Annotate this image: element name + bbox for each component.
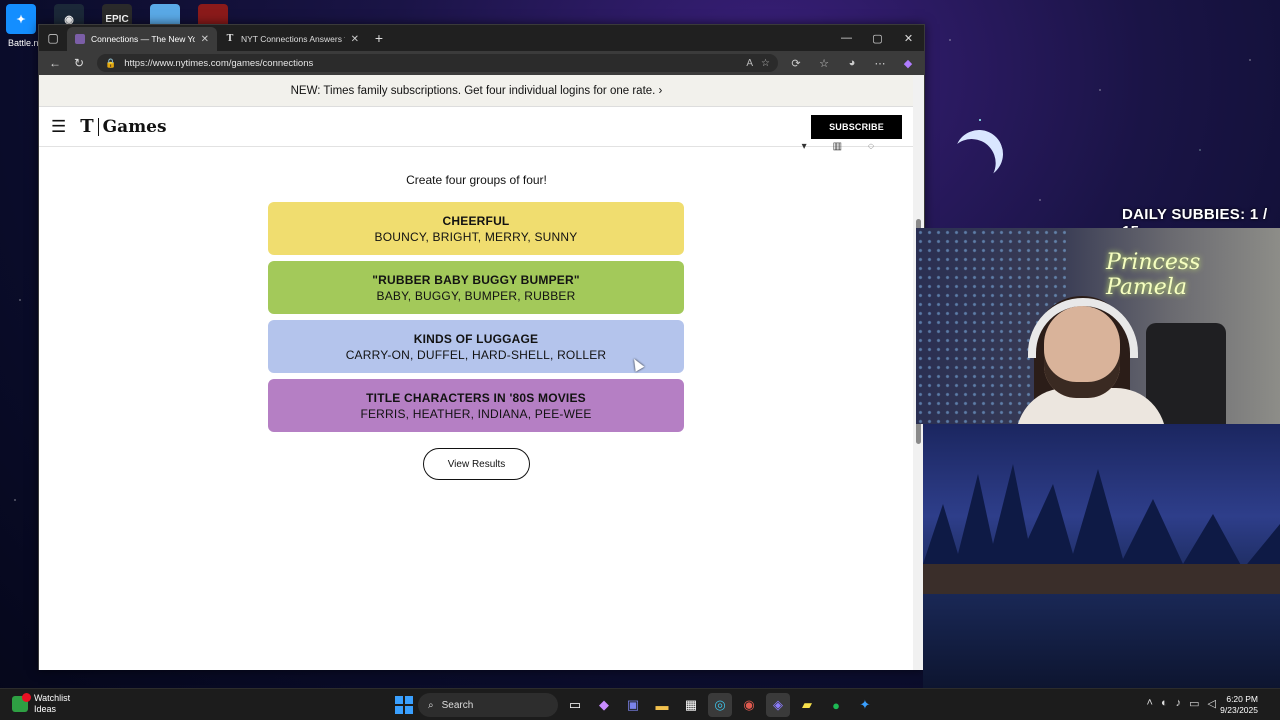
read-aloud-icon[interactable]: A — [746, 58, 753, 69]
group-title: KINDS OF LUGGAGE — [413, 331, 539, 346]
search-label: Search — [441, 699, 474, 711]
taskbar: Watchlist Ideas ⌕ Search ▭ ◆ ▣ ▬ ▦ ◎ ◉ ◈… — [0, 688, 1280, 720]
watchlist-label: Watchlist — [34, 693, 71, 703]
taskbar-search[interactable]: ⌕ Search — [418, 693, 558, 717]
tab-actions-icon[interactable]: ▢ — [39, 25, 67, 51]
battery-icon[interactable]: ▭ — [1189, 697, 1199, 710]
nyt-games-favicon-icon — [75, 34, 85, 44]
gaming-chair — [1146, 323, 1226, 424]
tab-title: Connections — The New York Tim — [91, 34, 195, 44]
browser-window: ▢ Connections — The New York Tim ✕ T NYT… — [38, 24, 925, 670]
group-rubber-baby-buggy-bumper: "RUBBER BABY BUGGY BUMPER" BABY, BUGGY, … — [268, 261, 684, 314]
tab-connections-answers[interactable]: T NYT Connections Answers for Se ✕ — [217, 27, 367, 51]
discord-icon[interactable]: ◈ — [766, 693, 790, 717]
nyt-logo[interactable]: T — [80, 116, 93, 137]
system-tray: ˄ ◐ ♪ ▭ ◁ — [1147, 697, 1216, 710]
nyt-games-header: ☰ T Games SUBSCRIBE — [39, 107, 914, 147]
teams-icon[interactable]: ▣ — [621, 693, 645, 717]
subscribe-button[interactable]: SUBSCRIBE — [811, 114, 902, 139]
view-results-button[interactable]: View Results — [423, 448, 530, 480]
close-window-icon[interactable]: ✕ — [893, 32, 924, 45]
file-explorer-icon[interactable]: ▬ — [650, 693, 674, 717]
extensions-icon[interactable]: ⟳ — [784, 57, 808, 70]
watchlist-sub: Ideas — [34, 704, 57, 714]
webcam-feed: Princess Pamela — [916, 228, 1280, 424]
security-icon[interactable]: ◐ — [1161, 697, 1168, 710]
new-tab-button[interactable]: + — [367, 30, 391, 46]
landscape-overlay — [923, 424, 1280, 688]
group-words: FERRIS, HEATHER, INDIANA, PEE-WEE — [360, 406, 592, 421]
page-content: NEW: Times family subscriptions. Get fou… — [39, 75, 914, 670]
group-title: CHEERFUL — [442, 213, 510, 228]
group-kinds-of-luggage: KINDS OF LUGGAGE CARRY-ON, DUFFEL, HARD-… — [268, 320, 684, 373]
group-words: BABY, BUGGY, BUMPER, RUBBER — [376, 288, 576, 303]
watchlist-text: Watchlist Ideas — [34, 693, 70, 715]
copilot-icon[interactable]: ◆ — [896, 57, 920, 70]
group-words: BOUNCY, BRIGHT, MERRY, SUNNY — [374, 229, 578, 244]
logo-divider — [97, 117, 99, 136]
group-title: TITLE CHARACTERS IN '80S MOVIES — [366, 390, 586, 405]
help-icon[interactable]: ◌ — [868, 141, 874, 152]
battlenet-taskbar-icon[interactable]: ✦ — [853, 693, 877, 717]
nyt-favicon-icon: T — [226, 34, 234, 44]
lock-icon[interactable]: 🔒 — [105, 58, 116, 69]
stats-icon[interactable]: ▥ — [833, 141, 842, 152]
close-icon[interactable]: ✕ — [201, 34, 209, 45]
copilot-app-icon[interactable]: ◆ — [592, 693, 616, 717]
back-icon[interactable]: ← — [43, 56, 67, 70]
more-menu-icon[interactable]: ⋯ — [868, 57, 892, 70]
neon-sign: Princess Pamela — [1106, 250, 1201, 300]
clock-date: 9/23/2025 — [1220, 705, 1258, 715]
tab-bar: ▢ Connections — The New York Tim ✕ T NYT… — [39, 25, 924, 51]
address-bar: ← ↻ 🔒 https://www.nytimes.com/games/conn… — [39, 51, 924, 75]
group-title: "RUBBER BABY BUGGY BUMPER" — [372, 272, 580, 287]
browser-toolbar: ⟳ ☆ ◕ ⋯ ◆ — [784, 57, 920, 70]
favorites-icon[interactable]: ☆ — [812, 57, 836, 70]
hint-icon[interactable]: ▾ — [802, 141, 807, 152]
spotify-icon[interactable]: ● — [824, 693, 848, 717]
maximize-icon[interactable]: ▢ — [862, 32, 893, 45]
minimize-icon[interactable]: — — [831, 32, 862, 45]
hamburger-menu-icon[interactable]: ☰ — [51, 117, 66, 137]
tab-title: NYT Connections Answers for Se — [241, 34, 345, 44]
games-logo-text[interactable]: Games — [103, 117, 167, 137]
url-field[interactable]: 🔒 https://www.nytimes.com/games/connecti… — [97, 54, 778, 72]
chrome-icon[interactable]: ◉ — [737, 693, 761, 717]
tab-connections[interactable]: Connections — The New York Tim ✕ — [67, 27, 217, 51]
profile-avatar-icon[interactable]: ◕ — [840, 57, 864, 70]
microphone-icon[interactable]: ♪ — [1176, 697, 1182, 710]
url-text[interactable]: https://www.nytimes.com/games/connection… — [124, 58, 738, 69]
favorite-star-icon[interactable]: ☆ — [761, 58, 770, 69]
sticky-notes-icon[interactable]: ▰ — [795, 693, 819, 717]
watchlist-widget[interactable]: Watchlist Ideas — [12, 693, 70, 715]
task-view-icon[interactable]: ▭ — [563, 693, 587, 717]
refresh-icon[interactable]: ↻ — [67, 56, 91, 70]
taskbar-apps: ⌕ Search ▭ ◆ ▣ ▬ ▦ ◎ ◉ ◈ ▰ ● ✦ — [395, 693, 877, 717]
search-icon: ⌕ — [428, 699, 434, 711]
promo-banner[interactable]: NEW: Times family subscriptions. Get fou… — [39, 75, 914, 107]
clock-time: 6:20 PM — [1226, 694, 1258, 704]
mountains — [923, 464, 1280, 594]
notification-badge — [22, 693, 31, 702]
game-toolbar: ▾ ▥ ◌ — [802, 141, 874, 152]
start-icon[interactable] — [395, 696, 413, 714]
group-cheerful: CHEERFUL BOUNCY, BRIGHT, MERRY, SUNNY — [268, 202, 684, 255]
watchlist-icon — [12, 693, 31, 712]
chevron-up-icon[interactable]: ˄ — [1147, 697, 1153, 710]
solved-groups: CHEERFUL BOUNCY, BRIGHT, MERRY, SUNNY "R… — [268, 202, 684, 438]
volume-icon[interactable]: ◁ — [1208, 697, 1216, 710]
group-words: CARRY-ON, DUFFEL, HARD-SHELL, ROLLER — [345, 347, 607, 362]
battlenet-icon[interactable]: ✦ — [6, 4, 36, 34]
instructions: Create four groups of four! — [406, 173, 547, 187]
store-icon[interactable]: ▦ — [679, 693, 703, 717]
clock[interactable]: 6:20 PM 9/23/2025 — [1220, 694, 1258, 716]
group-80s-movie-characters: TITLE CHARACTERS IN '80S MOVIES FERRIS, … — [268, 379, 684, 432]
edge-icon[interactable]: ◎ — [708, 693, 732, 717]
battlenet-label: Battle.n — [8, 38, 39, 48]
window-controls: — ▢ ✕ — [831, 32, 924, 45]
close-icon[interactable]: ✕ — [351, 34, 359, 45]
